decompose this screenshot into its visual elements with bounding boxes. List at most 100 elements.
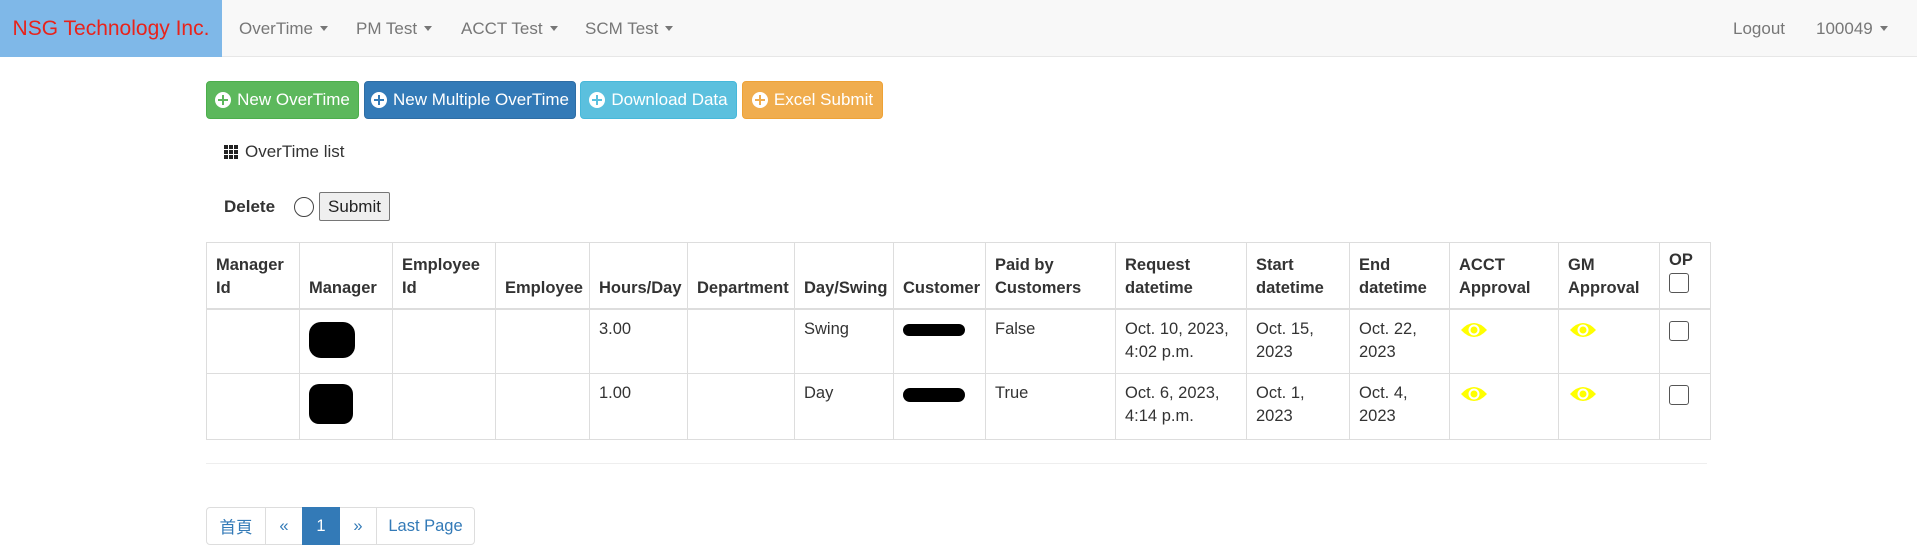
header-request: Request datetime bbox=[1115, 242, 1247, 310]
header-manager-id: Manager Id bbox=[206, 242, 300, 310]
page-current[interactable]: 1 bbox=[302, 507, 340, 545]
cell-op bbox=[1659, 308, 1711, 374]
cell-department bbox=[687, 308, 795, 374]
excel-submit-button[interactable]: Excel Submit bbox=[742, 81, 883, 119]
pagination: 首頁 « 1 » Last Page bbox=[206, 507, 475, 545]
delete-label: Delete bbox=[224, 196, 276, 216]
select-all-checkbox[interactable] bbox=[1669, 273, 1689, 293]
delete-radio[interactable] bbox=[294, 196, 315, 217]
eye-icon[interactable] bbox=[1568, 382, 1598, 406]
menu-scm-test[interactable]: SCM Test bbox=[585, 0, 674, 57]
menu-overtime-label: OverTime bbox=[239, 18, 313, 38]
cell-hours: 1.00 bbox=[589, 373, 688, 440]
cell-manager bbox=[299, 308, 393, 374]
menu-scm-test-label: SCM Test bbox=[585, 18, 659, 38]
plus-circle-icon bbox=[370, 92, 387, 108]
cell-gm-approval bbox=[1558, 373, 1660, 440]
redacted-mark bbox=[903, 324, 965, 336]
table-row: 3.00 Swing False Oct. 10, 2023, 4:02 p.m… bbox=[206, 308, 1711, 374]
cell-manager-id bbox=[206, 373, 300, 440]
cell-start: Oct. 15, 2023 bbox=[1246, 308, 1350, 374]
header-op-label: OP bbox=[1669, 251, 1693, 269]
header-day-swing: Day/Swing bbox=[794, 242, 894, 310]
plus-circle-icon bbox=[215, 92, 232, 108]
table-header-row: Manager Id Manager Employee Id Employee … bbox=[206, 242, 1711, 310]
new-overtime-button[interactable]: New OverTime bbox=[206, 81, 359, 119]
eye-icon[interactable] bbox=[1459, 382, 1489, 406]
header-end: End datetime bbox=[1349, 242, 1450, 310]
grid-icon bbox=[224, 145, 238, 159]
row-checkbox[interactable] bbox=[1669, 321, 1689, 341]
header-acct: ACCT Approval bbox=[1449, 242, 1559, 310]
new-multiple-overtime-label: New Multiple OverTime bbox=[392, 90, 570, 109]
submit-button[interactable]: Submit bbox=[319, 192, 390, 221]
page-next[interactable]: » bbox=[339, 507, 377, 545]
new-overtime-label: New OverTime bbox=[237, 90, 350, 109]
cell-employee-id bbox=[392, 373, 496, 440]
cell-employee bbox=[495, 308, 590, 374]
caret-down-icon bbox=[320, 26, 328, 31]
eye-icon[interactable] bbox=[1459, 318, 1489, 342]
eye-icon[interactable] bbox=[1568, 318, 1598, 342]
download-data-label: Download Data bbox=[611, 90, 728, 109]
redacted-mark bbox=[903, 388, 965, 402]
cell-employee bbox=[495, 373, 590, 440]
caret-down-icon bbox=[1879, 26, 1888, 31]
cell-acct-approval bbox=[1449, 308, 1559, 374]
list-title: OverTime list bbox=[224, 142, 345, 162]
cell-end: Oct. 4, 2023 bbox=[1349, 373, 1450, 440]
user-menu-label: 100049 bbox=[1816, 18, 1873, 38]
menu-acct-test-label: ACCT Test bbox=[461, 18, 543, 38]
menu-pm-test[interactable]: PM Test bbox=[356, 0, 433, 57]
cell-manager-id bbox=[206, 308, 300, 374]
excel-submit-label: Excel Submit bbox=[773, 90, 874, 109]
cell-acct-approval bbox=[1449, 373, 1559, 440]
cell-paid: True bbox=[985, 373, 1116, 440]
cell-employee-id bbox=[392, 308, 496, 374]
plus-circle-icon bbox=[751, 92, 768, 108]
user-menu[interactable]: 100049 bbox=[1816, 0, 1888, 57]
page-prev[interactable]: « bbox=[265, 507, 303, 545]
header-customer: Customer bbox=[893, 242, 986, 310]
cell-department bbox=[687, 373, 795, 440]
page-first[interactable]: 首頁 bbox=[206, 507, 266, 545]
logout-link[interactable]: Logout bbox=[1733, 0, 1785, 57]
header-hours: Hours/Day bbox=[589, 242, 688, 310]
header-start: Start datetime bbox=[1246, 242, 1350, 310]
divider bbox=[206, 463, 1707, 464]
cell-hours: 3.00 bbox=[589, 308, 688, 374]
new-multiple-overtime-button[interactable]: New Multiple OverTime bbox=[364, 81, 576, 119]
navbar: NSG Technology Inc. OverTime PM Test ACC… bbox=[0, 0, 1917, 57]
header-paid: Paid by Customers bbox=[985, 242, 1116, 310]
redacted-mark bbox=[309, 384, 353, 424]
table-row: 1.00 Day True Oct. 6, 2023, 4:14 p.m. Oc… bbox=[206, 373, 1711, 440]
header-employee-id: Employee Id bbox=[392, 242, 496, 310]
cell-customer bbox=[893, 308, 986, 374]
menu-acct-test[interactable]: ACCT Test bbox=[461, 0, 558, 57]
cell-end: Oct. 22, 2023 bbox=[1349, 308, 1450, 374]
overtime-table: Manager Id Manager Employee Id Employee … bbox=[206, 242, 1711, 440]
cell-gm-approval bbox=[1558, 308, 1660, 374]
cell-customer bbox=[893, 373, 986, 440]
header-employee: Employee bbox=[495, 242, 590, 310]
cell-manager bbox=[299, 373, 393, 440]
plus-circle-icon bbox=[589, 92, 606, 108]
header-department: Department bbox=[687, 242, 795, 310]
cell-day-swing: Swing bbox=[794, 308, 894, 374]
cell-request: Oct. 6, 2023, 4:14 p.m. bbox=[1115, 373, 1247, 440]
list-title-text: OverTime list bbox=[245, 142, 345, 161]
delete-form: Delete Submit bbox=[224, 192, 390, 221]
download-data-button[interactable]: Download Data bbox=[580, 81, 737, 119]
cell-day-swing: Day bbox=[794, 373, 894, 440]
brand-link[interactable]: NSG Technology Inc. bbox=[0, 0, 222, 57]
menu-overtime[interactable]: OverTime bbox=[239, 0, 328, 57]
page-last[interactable]: Last Page bbox=[376, 507, 475, 545]
header-op: OP bbox=[1659, 242, 1711, 310]
header-manager: Manager bbox=[299, 242, 393, 310]
row-checkbox[interactable] bbox=[1669, 385, 1689, 405]
header-gm: GM Approval bbox=[1558, 242, 1660, 310]
caret-down-icon bbox=[665, 26, 674, 31]
caret-down-icon bbox=[549, 26, 558, 31]
cell-op bbox=[1659, 373, 1711, 440]
cell-request: Oct. 10, 2023, 4:02 p.m. bbox=[1115, 308, 1247, 374]
